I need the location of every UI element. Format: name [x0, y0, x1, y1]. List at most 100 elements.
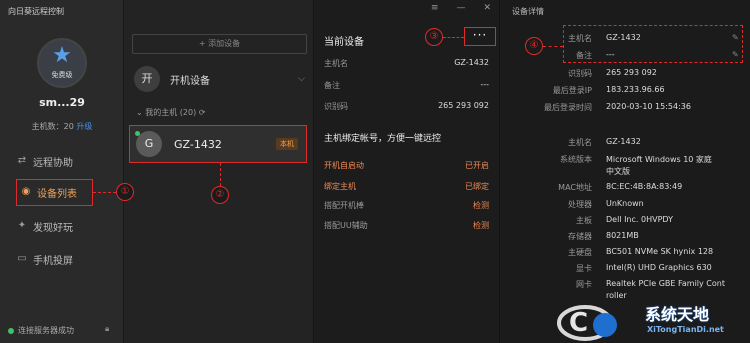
remote-assist-icon: ⇄ [17, 155, 27, 166]
annotation-3-connector [443, 37, 464, 38]
detail-key: MAC地址 [558, 183, 592, 192]
nav-label: 远程协助 [33, 157, 73, 169]
annotation-1: ① [116, 183, 134, 201]
info-key: 主机名 [324, 59, 348, 68]
action-row: 搭配UU辅助 检测 [324, 220, 489, 231]
detail-key: 显卡 [576, 264, 592, 273]
detail-key: 网卡 [576, 280, 592, 289]
detail-row: 主板 Dell Inc. 0HVPDY [500, 215, 750, 227]
detail-value: 183.233.96.66 [606, 85, 665, 94]
refresh-icon[interactable]: ⟳ [199, 108, 206, 117]
action-status[interactable]: 检测 [473, 200, 489, 211]
detail-value: BC501 NVMe SK hynix 128 [606, 247, 714, 256]
detail-value: Microsoft Windows 10 家庭 [606, 155, 712, 164]
watermark: C 系统天地 XiTongTianDi.net [555, 295, 750, 343]
bind-section-title: 主机绑定帐号，方便一键远控 [324, 134, 442, 144]
lock-icon[interactable]: 🔒︎ [105, 324, 109, 334]
info-row: 主机名 GZ-1432 [324, 58, 489, 69]
detail-key: 主机名 [568, 138, 592, 147]
host-count: 主机数：20 升级 [0, 121, 124, 132]
app-title: 向日葵远程控制 [8, 7, 64, 16]
detail-value: GZ-1432 [606, 137, 641, 146]
window-controls: ≡ — ✕ [431, 3, 491, 13]
my-hosts-label: 我的主机 (20) [145, 108, 197, 117]
nav-label: 手机投屏 [33, 255, 73, 267]
info-value: GZ-1432 [454, 58, 489, 67]
nav-label: 发现好玩 [33, 222, 73, 234]
discover-icon: ✦ [17, 220, 27, 231]
detail-value: 265 293 092 [606, 68, 657, 77]
detail-key: 最后登录时间 [544, 103, 592, 112]
device-name: GZ-1432 [174, 137, 222, 151]
action-row: 绑定主机 已绑定 [324, 181, 489, 192]
detail-row: 主硬盘 BC501 NVMe SK hynix 128 [500, 247, 750, 259]
nav-remote-assist[interactable]: ⇄ 远程协助 [16, 149, 94, 173]
details-title: 设备详情 [512, 7, 544, 16]
detail-key: 主板 [576, 216, 592, 225]
action-label: 绑定主机 [324, 182, 356, 191]
detail-key: 处理器 [568, 200, 592, 209]
action-status[interactable]: 已开启 [465, 160, 489, 171]
status-dot [8, 327, 14, 334]
detail-row: 显卡 Intel(R) UHD Graphics 630 [500, 263, 750, 275]
detail-key: 存储器 [568, 232, 592, 241]
sidebar: 向日葵远程控制 ★ 免费级 sm...29 主机数：20 升级 ⇄ 远程协助 ◉… [0, 0, 124, 343]
nav-screen-cast[interactable]: ▭ 手机投屏 [16, 247, 94, 271]
chevron-down-icon[interactable]: ⌵ [298, 74, 305, 84]
device-list-panel: + 添加设备 开 开机设备 ⌵ ⌄ 我的主机 (20) ⟳ G GZ-1432 … [124, 0, 314, 343]
action-row: 搭配开机棒 检测 [324, 200, 489, 211]
local-device-tag: 本机 [276, 138, 298, 150]
detail-row: 识别码 265 293 092 [500, 68, 750, 80]
info-row: 备注 --- [324, 80, 489, 91]
group-avatar: 开 [134, 66, 160, 92]
detail-row: 最后登录IP 183.233.96.66 [500, 85, 750, 97]
info-key: 识别码 [324, 102, 348, 111]
add-device-button[interactable]: + 添加设备 [132, 34, 307, 54]
detail-key: 系统版本 [560, 155, 592, 164]
detail-value: Realtek PCIe GBE Family Cont [606, 279, 725, 288]
watermark-logo: C [557, 305, 617, 341]
detail-row: 最后登录时间 2020-03-10 15:54:36 [500, 102, 750, 114]
detail-row: 网卡 Realtek PCIe GBE Family Cont [500, 279, 750, 291]
action-label: 搭配UU辅助 [324, 221, 368, 230]
action-status[interactable]: 已绑定 [465, 181, 489, 192]
close-icon[interactable]: ✕ [483, 3, 491, 13]
my-hosts-header[interactable]: ⌄ 我的主机 (20) ⟳ [136, 107, 205, 118]
info-value: 265 293 092 [438, 101, 489, 110]
detail-value: 8021MB [606, 231, 639, 240]
minimize-icon[interactable]: — [456, 3, 465, 13]
upgrade-link[interactable]: 升级 [76, 122, 92, 131]
action-label: 开机自启动 [324, 161, 364, 170]
info-value: --- [480, 80, 489, 89]
detail-key: 主硬盘 [568, 248, 592, 257]
action-status[interactable]: 检测 [473, 220, 489, 231]
device-avatar: G [135, 131, 162, 157]
star-icon: ★ [52, 43, 72, 68]
detail-value: UnKnown [606, 199, 644, 208]
info-key: 备注 [324, 81, 340, 90]
detail-value: 2020-03-10 15:54:36 [606, 102, 691, 111]
detail-row: 主机名 GZ-1432 [500, 137, 750, 149]
online-indicator [135, 131, 140, 136]
device-card[interactable]: G GZ-1432 本机 [129, 125, 307, 163]
detail-value: 中文版 [606, 167, 630, 176]
watermark-subtext: XiTongTianDi.net [647, 325, 724, 334]
detail-row: 中文版 [500, 166, 750, 178]
more-button[interactable]: ··· [464, 27, 496, 46]
group-online-devices[interactable]: 开 开机设备 ⌵ [134, 66, 309, 92]
device-avatar-letter: G [144, 137, 154, 150]
nav-discover[interactable]: ✦ 发现好玩 [16, 214, 94, 238]
annotation-2-connector [220, 163, 221, 186]
username: sm...29 [39, 96, 85, 109]
detail-key: 识别码 [568, 69, 592, 78]
annotation-1-connector [93, 192, 116, 193]
details-highlight-box [563, 25, 743, 63]
annotation-4-connector [543, 46, 563, 47]
info-row: 识别码 265 293 092 [324, 101, 489, 112]
avatar[interactable]: ★ 免费级 [37, 38, 87, 88]
menu-icon[interactable]: ≡ [431, 3, 439, 13]
svg-text:C: C [569, 308, 588, 338]
detail-value: Dell Inc. 0HVPDY [606, 215, 673, 224]
detail-row: 处理器 UnKnown [500, 199, 750, 211]
membership-badge: 免费级 [51, 71, 73, 79]
